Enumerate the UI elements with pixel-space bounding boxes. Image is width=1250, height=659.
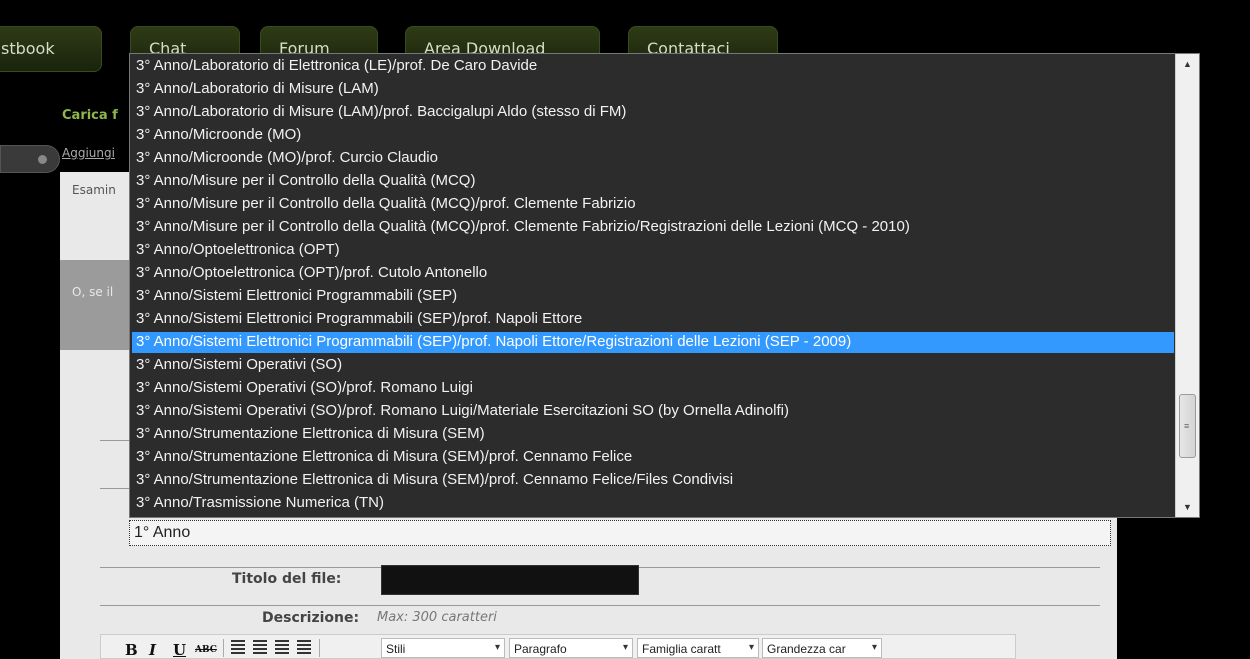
dropdown-option[interactable]: 3° Anno/Sistemi Operativi (SO)/prof. Rom… — [132, 378, 1174, 399]
dropdown-option[interactable]: 3° Anno/Sistemi Elettronici Programmabil… — [132, 309, 1174, 330]
bold-button[interactable]: B — [125, 641, 138, 659]
grandezza-label: Grandezza car — [767, 642, 846, 656]
paragrafo-label: Paragrafo — [514, 642, 567, 656]
chevron-down-icon: ▾ — [494, 642, 500, 653]
dropdown-option[interactable]: 3° Anno/Optoelettronica (OPT) — [132, 240, 1174, 261]
scroll-down-icon[interactable]: ▼ — [1176, 497, 1199, 517]
dropdown-option[interactable]: 3° Anno/Sistemi Elettronici Programmabil… — [132, 332, 1174, 353]
italic-button[interactable]: I — [149, 641, 156, 659]
dropdown-option[interactable]: 3° Anno/Misure per il Controllo della Qu… — [132, 171, 1174, 192]
dropdown-option[interactable]: 3° Anno/Microonde (MO)/prof. Curcio Clau… — [132, 148, 1174, 169]
dropdown-option[interactable]: 3° Anno/Laboratorio di Elettronica (LE)/… — [132, 56, 1174, 77]
stili-select[interactable]: Stili ▾ — [381, 638, 505, 658]
famiglia-label: Famiglia caratt — [642, 642, 721, 656]
toolbar-separator — [319, 639, 320, 657]
dropdown-option[interactable]: 3° Anno/Sistemi Operativi (SO)/prof. Rom… — [132, 401, 1174, 422]
dropdown-scrollbar[interactable]: ▲ ≡ ▼ — [1175, 54, 1199, 517]
descrizione-label: Descrizione: — [262, 610, 360, 626]
grandezza-select[interactable]: Grandezza car ▾ — [762, 638, 882, 658]
divider — [100, 605, 1100, 606]
dropdown-option[interactable]: 3° Anno/Laboratorio di Misure (LAM)/prof… — [132, 102, 1174, 123]
drop-hint-text: O, se il — [72, 285, 114, 299]
chevron-down-icon: ▾ — [748, 642, 754, 653]
scroll-thumb[interactable]: ≡ — [1179, 394, 1196, 458]
dropdown-option[interactable]: 3° Anno/Strumentazione Elettronica di Mi… — [132, 424, 1174, 445]
align-left-icon[interactable] — [231, 640, 245, 654]
folder-dropdown-list[interactable]: 3° Anno/Laboratorio di Elettronica (LE)/… — [129, 53, 1200, 518]
scroll-up-icon[interactable]: ▲ — [1176, 54, 1199, 74]
folder-select[interactable]: 1° Anno — [129, 520, 1111, 546]
dropdown-option[interactable]: 3° Anno/Strumentazione Elettronica di Mi… — [132, 470, 1174, 491]
descrizione-hint: Max: 300 caratteri — [377, 610, 497, 625]
align-center-icon[interactable] — [253, 640, 267, 654]
dropdown-option[interactable]: 3° Anno/Trasmissione Numerica (TN) — [132, 493, 1174, 514]
paragrafo-select[interactable]: Paragrafo ▾ — [509, 638, 633, 658]
dropdown-option[interactable]: 3° Anno/Sistemi Elettronici Programmabil… — [132, 286, 1174, 307]
toolbar-separator — [223, 639, 224, 657]
dropdown-option[interactable]: 3° Anno/Strumentazione Elettronica di Mi… — [132, 447, 1174, 468]
aggiungi-link[interactable]: Aggiungi — [62, 146, 115, 160]
editor-toolbar: B I U ABC Stili ▾ Paragrafo ▾ Famiglia car… — [100, 634, 1016, 659]
browse-text: Esamin — [72, 183, 116, 197]
side-toggle-button[interactable] — [0, 145, 60, 173]
dropdown-option[interactable]: 3° Anno/Misure per il Controllo della Qu… — [132, 217, 1174, 238]
dropdown-option[interactable]: 3° Anno/Optoelettronica (OPT)/prof. Cuto… — [132, 263, 1174, 284]
grip-icon: ≡ — [1184, 421, 1190, 431]
strikethrough-button[interactable]: ABC — [195, 645, 217, 655]
chevron-down-icon: ▾ — [871, 642, 877, 653]
align-right-icon[interactable] — [275, 640, 289, 654]
tab-guestbook[interactable]: stbook — [0, 26, 102, 72]
page-title: Carica f — [62, 108, 118, 123]
underline-button[interactable]: U — [173, 641, 186, 659]
famiglia-select[interactable]: Famiglia caratt ▾ — [637, 638, 759, 658]
dropdown-option[interactable]: 3° Anno/Laboratorio di Misure (LAM) — [132, 79, 1174, 100]
titolo-input[interactable] — [381, 565, 639, 595]
titolo-label: Titolo del file: — [232, 571, 342, 587]
dropdown-option[interactable]: 3° Anno/Misure per il Controllo della Qu… — [132, 194, 1174, 215]
dropdown-option[interactable]: 3° Anno/Microonde (MO) — [132, 125, 1174, 146]
align-justify-icon[interactable] — [297, 640, 311, 654]
dropdown-option[interactable]: 3° Anno/Sistemi Operativi (SO) — [132, 355, 1174, 376]
stili-label: Stili — [386, 642, 406, 656]
chevron-down-icon: ▾ — [622, 642, 628, 653]
